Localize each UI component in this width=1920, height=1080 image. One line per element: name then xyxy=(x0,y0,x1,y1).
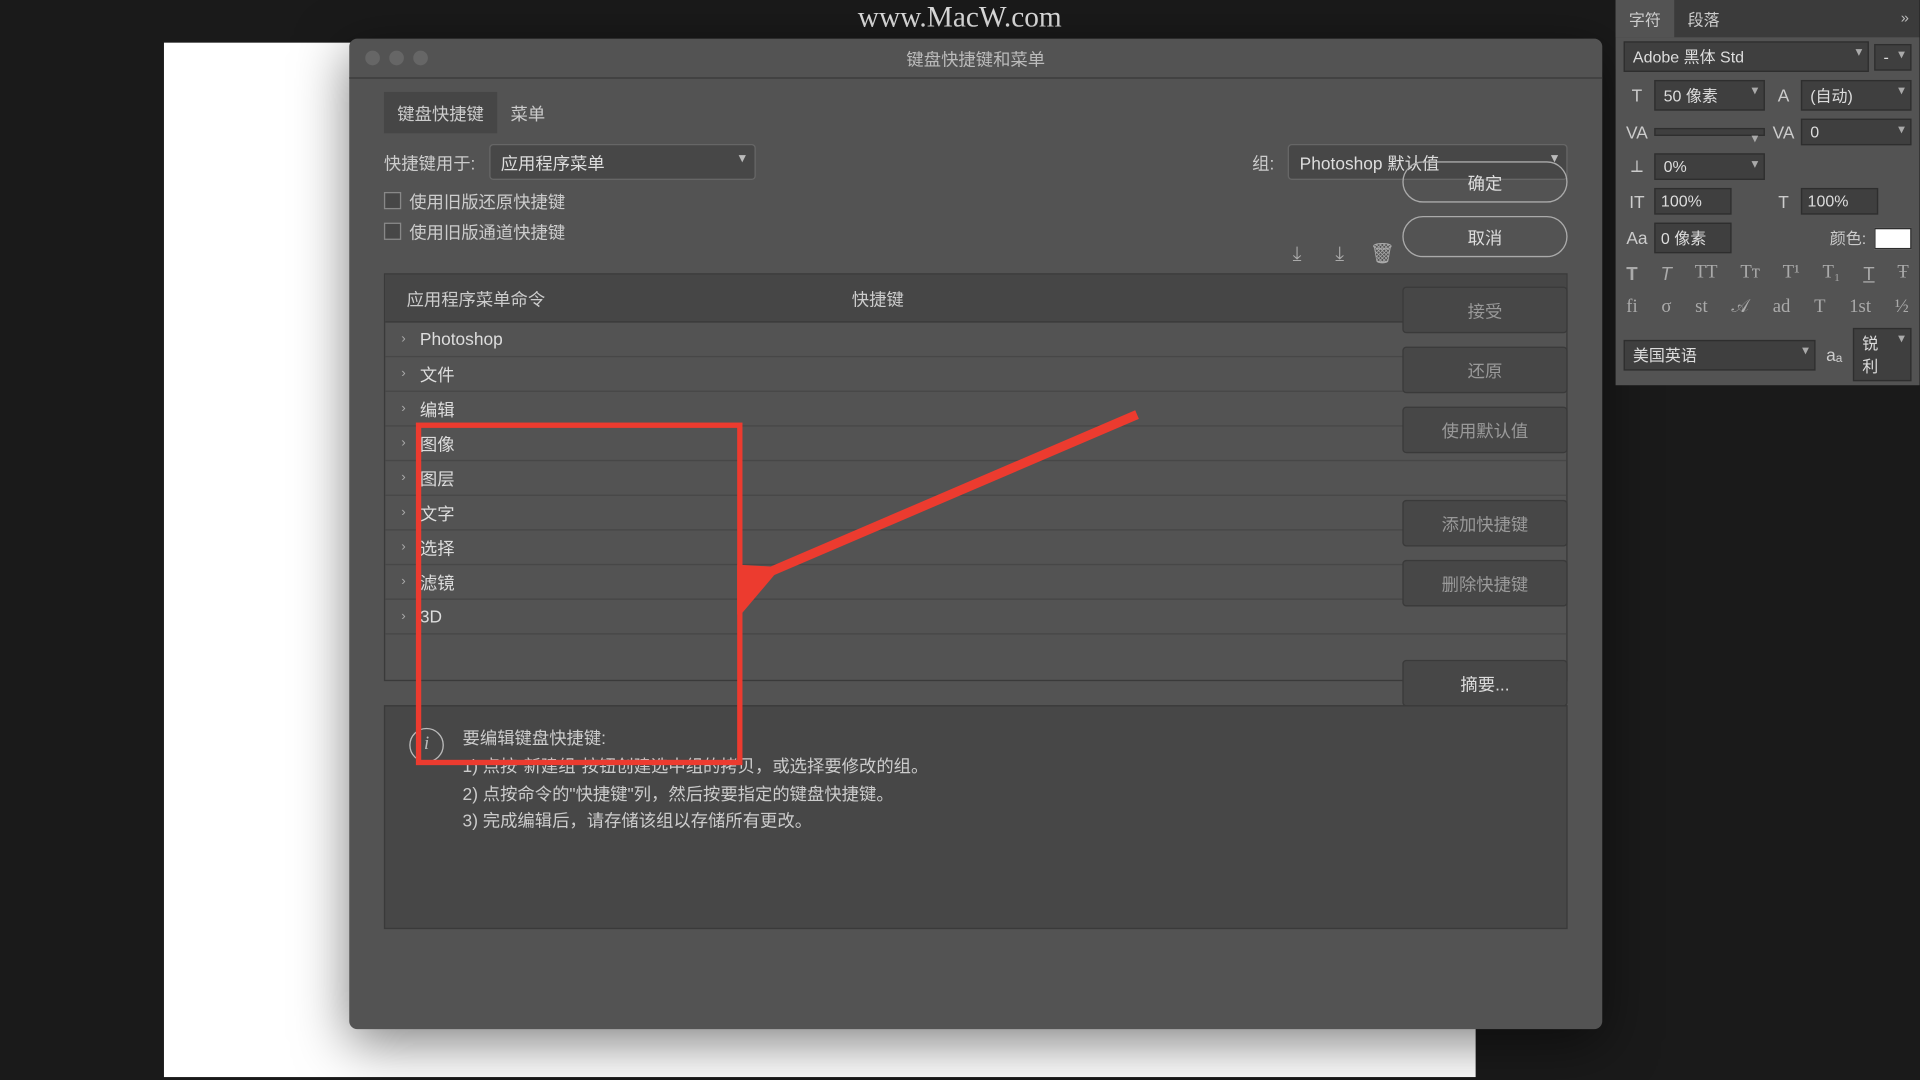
strike-icon[interactable]: Ŧ xyxy=(1897,263,1908,287)
text-style-row: T T TT Tᴛ T¹ T₁ T Ŧ xyxy=(1616,257,1920,292)
underline-icon[interactable]: T xyxy=(1863,263,1874,287)
tree-row[interactable]: ›文件 xyxy=(385,357,1566,392)
col-command: 应用程序菜单命令 xyxy=(385,275,830,322)
col-shortcut: 快捷键 xyxy=(830,275,925,322)
vscale-input[interactable]: 0% xyxy=(1654,153,1765,180)
ad-icon[interactable]: ad xyxy=(1773,297,1791,318)
accept-button[interactable]: 接受 xyxy=(1402,287,1567,334)
tree-row[interactable]: ›图像 xyxy=(385,427,1566,462)
legacy-undo-checkbox[interactable]: 使用旧版还原快捷键 xyxy=(384,188,1568,213)
info-box: i 要编辑键盘快捷键: 1) 点按"新建组"按钮创建选中组的拷贝，或选择要修改的… xyxy=(384,705,1568,929)
baseline-icon: Aa xyxy=(1624,228,1651,248)
tree-row[interactable]: ›滤镜 xyxy=(385,565,1566,600)
leading-icon: A xyxy=(1770,85,1797,105)
aa-icon: aₐ xyxy=(1821,345,1848,365)
color-label: 颜色: xyxy=(1830,227,1866,250)
use-default-button[interactable]: 使用默认值 xyxy=(1402,407,1567,454)
set-label: 组: xyxy=(1252,149,1274,174)
dialog-title: 键盘快捷键和菜单 xyxy=(349,45,1602,70)
shortcuts-for-select[interactable]: 应用程序菜单 xyxy=(489,144,756,180)
info-icon: i xyxy=(409,728,444,763)
add-shortcut-button[interactable]: 添加快捷键 xyxy=(1402,500,1567,547)
font-size-input[interactable]: 50 像素 xyxy=(1654,80,1765,111)
dialog-titlebar: 键盘快捷键和菜单 xyxy=(349,39,1602,79)
1st-icon[interactable]: 1st xyxy=(1849,297,1871,318)
font-size-icon: T xyxy=(1624,85,1651,105)
kerning-input[interactable] xyxy=(1654,128,1765,136)
half-icon[interactable]: ½ xyxy=(1895,297,1909,318)
keyboard-shortcuts-dialog: 键盘快捷键和菜单 键盘快捷键 菜单 快捷键用于: 应用程序菜单 组: Photo… xyxy=(349,39,1602,1029)
color-swatch[interactable] xyxy=(1874,227,1911,248)
superscript-icon[interactable]: T¹ xyxy=(1783,263,1800,287)
fi-icon[interactable]: fi xyxy=(1626,297,1637,318)
allcaps-icon[interactable]: TT xyxy=(1695,263,1718,287)
tab-character[interactable]: 字符 xyxy=(1616,0,1675,37)
legacy-channel-checkbox[interactable]: 使用旧版通道快捷键 xyxy=(384,219,1568,244)
bold-icon[interactable]: T xyxy=(1626,263,1637,287)
tab-menus[interactable]: 菜单 xyxy=(497,92,558,133)
sigma-icon[interactable]: σ xyxy=(1661,297,1671,318)
italic-icon[interactable]: T xyxy=(1660,263,1671,287)
subscript-icon[interactable]: T₁ xyxy=(1822,263,1840,287)
cancel-button[interactable]: 取消 xyxy=(1402,216,1567,257)
baseline-input[interactable]: 0 像素 xyxy=(1654,223,1731,254)
t-icon[interactable]: T xyxy=(1814,297,1825,318)
smallcaps-icon[interactable]: Tᴛ xyxy=(1740,263,1760,287)
tree-row[interactable]: ›选择 xyxy=(385,531,1566,566)
delete-shortcut-button[interactable]: 删除快捷键 xyxy=(1402,560,1567,607)
panel-expand-icon[interactable]: » xyxy=(1901,11,1920,27)
language-select[interactable]: 美国英语 xyxy=(1624,339,1816,370)
leading-input[interactable]: (自动) xyxy=(1801,80,1912,111)
st-icon[interactable]: st xyxy=(1695,297,1707,318)
hscale-h-input[interactable]: 100% xyxy=(1654,188,1731,215)
character-panel: 字符 段落 » Adobe 黑体 Std- T50 像素 A(自动) VA VA… xyxy=(1616,0,1920,385)
save-set-icon[interactable]: ⤓ xyxy=(1285,241,1309,265)
tracking-icon: VA xyxy=(1770,122,1797,142)
font-style-select[interactable]: - xyxy=(1874,43,1911,70)
ok-button[interactable]: 确定 xyxy=(1402,161,1567,202)
script-a-icon[interactable]: 𝒜 xyxy=(1731,297,1749,318)
tree-row[interactable]: ›文字 xyxy=(385,496,1566,531)
watermark: www.MacW.com xyxy=(760,0,1160,35)
tab-paragraph[interactable]: 段落 xyxy=(1674,0,1733,37)
font-family-select[interactable]: Adobe 黑体 Std xyxy=(1624,41,1869,72)
opentype-row: fi σ st 𝒜 ad T 1st ½ xyxy=(1616,292,1920,324)
vscale2-icon: T xyxy=(1770,191,1797,211)
hscale-icon: IT xyxy=(1624,191,1651,211)
tree-row[interactable]: ›Photoshop xyxy=(385,323,1566,358)
vscale-icon: ⟂ xyxy=(1624,156,1651,177)
hscale-v-input[interactable]: 100% xyxy=(1801,188,1878,215)
save-set-as-icon[interactable]: ⤓ xyxy=(1328,241,1352,265)
delete-set-icon[interactable]: 🗑 xyxy=(1370,241,1394,265)
kerning-icon: VA xyxy=(1624,122,1651,142)
tree-row[interactable]: ›编辑 xyxy=(385,392,1566,427)
tracking-input[interactable]: 0 xyxy=(1801,119,1912,146)
undo-button[interactable]: 还原 xyxy=(1402,347,1567,394)
tab-shortcuts[interactable]: 键盘快捷键 xyxy=(384,92,497,133)
shortcuts-for-label: 快捷键用于: xyxy=(384,149,475,174)
tree-row[interactable]: ›3D xyxy=(385,600,1566,635)
tree-row[interactable]: ›图层 xyxy=(385,461,1566,496)
antialias-select[interactable]: 锐利 xyxy=(1853,328,1912,381)
summary-button[interactable]: 摘要... xyxy=(1402,660,1567,707)
